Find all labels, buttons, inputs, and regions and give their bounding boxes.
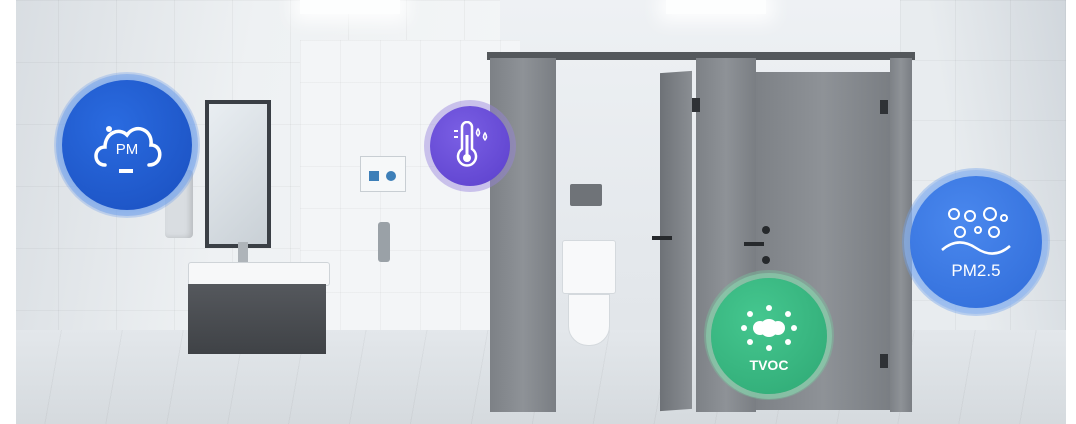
soap-dispenser bbox=[378, 222, 390, 262]
door-handle bbox=[744, 242, 764, 246]
pm25-label: PM2.5 bbox=[951, 260, 1001, 280]
wall-mirror bbox=[205, 100, 271, 248]
door-hinge bbox=[880, 354, 888, 368]
right-border bbox=[1066, 0, 1076, 424]
partition-panel bbox=[490, 58, 556, 412]
thermometer-icon bbox=[454, 121, 488, 167]
vanity-cabinet bbox=[188, 284, 326, 354]
toilet bbox=[562, 240, 616, 350]
molecule-dots-icon bbox=[741, 305, 797, 351]
temperature-sensor-badge bbox=[430, 106, 510, 186]
pm25-sensor-badge: PM2.5 bbox=[910, 176, 1042, 308]
particles-icon bbox=[941, 206, 1011, 255]
back-wall bbox=[300, 40, 520, 370]
door-hinge bbox=[692, 98, 700, 112]
pm-sensor-badge: PM bbox=[62, 80, 192, 210]
wall-sign bbox=[360, 156, 406, 192]
door-lock bbox=[762, 226, 770, 234]
open-stall-door bbox=[660, 70, 692, 412]
restroom-scene: PM TVOC PM2.5 bbox=[0, 0, 1076, 424]
flush-plate bbox=[570, 184, 602, 206]
left-border bbox=[0, 0, 16, 424]
pm-label: PM bbox=[115, 141, 139, 158]
sink-basin bbox=[188, 262, 330, 286]
tvoc-label: TVOC bbox=[749, 357, 789, 373]
door-lock bbox=[762, 256, 770, 264]
door-hinge bbox=[880, 100, 888, 114]
door-handle bbox=[652, 236, 672, 240]
ceiling-light bbox=[300, 0, 400, 14]
ceiling-light bbox=[666, 0, 766, 14]
tvoc-sensor-badge: TVOC bbox=[711, 278, 827, 394]
